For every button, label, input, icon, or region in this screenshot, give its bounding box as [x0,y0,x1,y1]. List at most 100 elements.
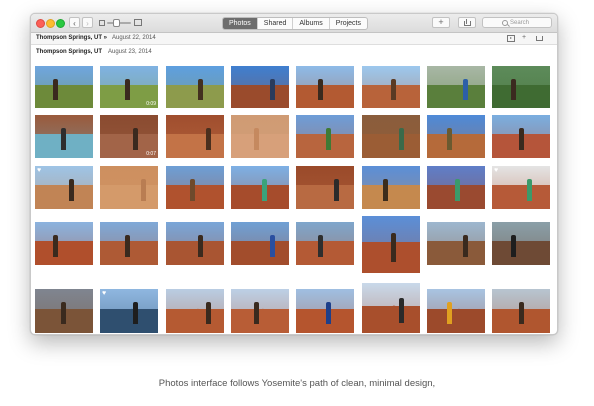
photo-thumbnail[interactable] [166,166,224,209]
photo-subject [254,302,259,324]
photo-sky [492,222,550,242]
photo-sky [296,66,354,85]
photo-thumbnail[interactable] [296,222,354,265]
share-button[interactable] [458,17,476,28]
photo-subject [206,128,211,150]
photo-thumbnail[interactable] [166,289,224,333]
photo-thumbnail[interactable] [492,289,550,333]
small-thumbnail-icon [99,20,105,26]
share-arrow-icon [466,19,467,24]
photo-thumbnail[interactable] [362,216,420,273]
photo-thumbnail[interactable] [296,166,354,209]
photo-thumbnail[interactable] [231,66,289,108]
photo-thumbnail[interactable] [231,289,289,333]
photo-thumbnail[interactable] [166,115,224,158]
photo-sky [296,289,354,309]
photo-thumbnail[interactable] [296,289,354,333]
photo-thumbnail[interactable] [296,115,354,158]
photo-subject [334,179,339,201]
photo-thumbnail[interactable] [427,166,485,209]
photo-thumbnail[interactable] [492,222,550,265]
photo-subject [527,179,532,201]
photo-landscape [427,308,485,333]
photo-thumbnail[interactable] [362,66,420,108]
photo-sky [231,115,289,135]
photo-landscape [231,84,289,108]
slideshow-icon[interactable] [507,35,515,42]
add-button[interactable]: + [432,17,450,28]
photo-thumbnail[interactable] [100,166,158,209]
photo-subject [254,128,259,150]
photo-thumbnail[interactable] [427,66,485,108]
photo-thumbnail[interactable] [427,222,485,265]
zoom-slider-knob[interactable] [113,19,120,27]
photo-subject [61,302,66,324]
photo-subject [133,128,138,150]
photo-subject [206,302,211,324]
share-icon[interactable] [536,36,543,41]
photo-thumbnail[interactable] [362,115,420,158]
photo-landscape [100,185,158,209]
photo-thumbnail[interactable] [231,166,289,209]
photo-sky [35,166,93,186]
favorite-heart-icon[interactable]: ♥ [102,290,106,297]
photo-sky [166,115,224,135]
moment-location[interactable]: Thompson Springs, UT [36,49,102,55]
photo-thumbnail[interactable] [231,222,289,265]
photo-thumbnail[interactable]: 0:07 [100,115,158,158]
photo-sky [427,66,485,85]
zoom-slider[interactable] [99,19,142,27]
search-placeholder: Search [510,20,530,26]
photo-sky [166,289,224,309]
photo-thumbnail[interactable] [35,66,93,108]
photo-thumbnail[interactable]: ♥ [100,289,158,333]
tab-albums[interactable]: Albums [293,18,330,29]
photo-landscape [35,185,93,209]
photo-thumbnail[interactable] [231,115,289,158]
photo-thumbnail[interactable] [492,115,550,158]
photo-thumbnail[interactable] [362,166,420,209]
photo-subject [326,302,331,324]
photo-thumbnail[interactable] [35,222,93,265]
photo-landscape [492,84,550,108]
photo-thumbnail[interactable] [166,222,224,265]
photo-landscape [362,134,420,158]
photo-subject [190,179,195,201]
photo-landscape [231,308,289,333]
tab-projects[interactable]: Projects [330,18,367,29]
fullscreen-window-button[interactable] [56,19,65,28]
photo-landscape [231,185,289,209]
photo-thumbnail[interactable] [35,289,93,333]
photo-thumbnail[interactable]: 0:09 [100,66,158,108]
photo-sky [166,222,224,242]
photo-thumbnail[interactable] [166,66,224,108]
search-field[interactable]: Search [482,17,552,28]
toolbar: ‹ › Photos Shared Albums Projects + Sear… [31,14,557,33]
header-location[interactable]: Thompson Springs, UT » [36,33,107,44]
forward-arrow-icon[interactable]: › [82,17,93,28]
back-arrow-icon[interactable]: ‹ [69,17,80,28]
photo-thumbnail[interactable] [100,222,158,265]
favorite-heart-icon[interactable]: ♥ [37,167,41,174]
video-duration: 0:07 [146,151,156,157]
photo-subject [125,79,130,100]
photo-thumbnail[interactable] [427,115,485,158]
photo-thumbnail[interactable] [492,66,550,108]
close-window-button[interactable] [36,19,45,28]
photo-landscape [427,241,485,265]
photo-subject [125,235,130,257]
minimize-window-button[interactable] [46,19,55,28]
photo-thumbnail[interactable] [35,115,93,158]
photo-thumbnail[interactable] [427,289,485,333]
photo-thumbnail[interactable] [296,66,354,108]
photo-subject [61,128,66,150]
tab-shared[interactable]: Shared [258,18,294,29]
photo-thumbnail[interactable]: ♥ [35,166,93,209]
photo-thumbnail[interactable] [362,283,420,333]
favorite-heart-icon[interactable]: ♥ [494,167,498,174]
photo-thumbnail[interactable]: ♥ [492,166,550,209]
add-icon[interactable]: + [522,34,526,41]
tab-photos[interactable]: Photos [223,18,258,29]
photo-sky [296,222,354,242]
photo-sky [166,166,224,186]
